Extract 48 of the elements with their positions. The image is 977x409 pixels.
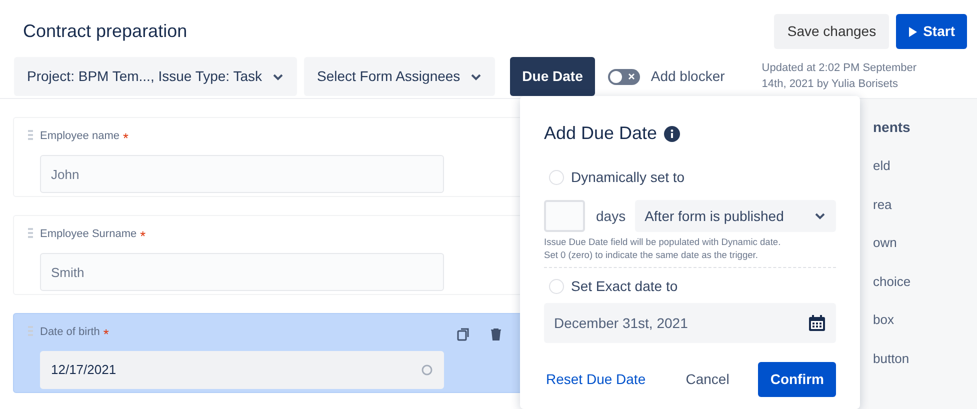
drag-handle-icon[interactable] bbox=[28, 228, 33, 240]
radio-button[interactable] bbox=[549, 279, 564, 294]
days-label: days bbox=[596, 206, 626, 226]
confirm-button[interactable]: Confirm bbox=[758, 362, 836, 398]
option-label: Dynamically set to bbox=[571, 168, 685, 187]
dropdown[interactable]: Select Form Assignees bbox=[304, 57, 496, 96]
field-label: Employee Surname bbox=[40, 227, 137, 242]
trigger-select[interactable]: After form is published bbox=[634, 200, 836, 232]
panel-title: nents bbox=[873, 118, 912, 137]
info-icon bbox=[664, 126, 680, 142]
calendar-icon bbox=[808, 314, 826, 332]
option-label: Set Exact date to bbox=[571, 277, 678, 296]
component-item[interactable]: button bbox=[873, 348, 977, 368]
dropdown[interactable]: Project: BPM Tem..., Issue Type: Task bbox=[14, 57, 297, 96]
radio-button[interactable] bbox=[549, 170, 564, 185]
trash-icon bbox=[490, 328, 502, 341]
input-field[interactable]: John bbox=[40, 155, 444, 193]
required-mark: * bbox=[123, 129, 128, 148]
component-item[interactable]: choice bbox=[873, 272, 977, 291]
reset-link[interactable]: Reset Due Date bbox=[546, 369, 646, 390]
field-label: Date of birth bbox=[40, 325, 100, 340]
due-date-button[interactable]: Due Date bbox=[510, 57, 595, 96]
hint-text: Issue Due Date field will be populated with Dynamic date. bbox=[544, 236, 782, 249]
page-title: Contract preparation bbox=[23, 20, 188, 43]
popover-title: Add Due Date bbox=[544, 122, 658, 145]
drag-handle-icon[interactable] bbox=[28, 130, 33, 142]
toggle-switch[interactable] bbox=[608, 68, 640, 84]
play-icon bbox=[908, 26, 918, 38]
updated-text: Updated at 2:02 PM September 14th, 2021 by Yulia Borisets bbox=[762, 61, 918, 92]
x-icon bbox=[628, 73, 635, 80]
component-item[interactable]: eld bbox=[873, 156, 977, 176]
start-button[interactable]: Start bbox=[896, 14, 967, 49]
required-mark: * bbox=[140, 227, 146, 246]
required-mark: * bbox=[103, 325, 109, 344]
days-input[interactable] bbox=[544, 200, 585, 232]
component-item[interactable]: box bbox=[873, 310, 977, 330]
cancel-button[interactable]: Cancel bbox=[678, 363, 738, 396]
hint-text: Set 0 (zero) to indicate the same date as the trigger. bbox=[544, 248, 759, 262]
field-label: Employee name bbox=[40, 129, 120, 144]
component-item[interactable]: rea bbox=[873, 194, 977, 214]
component-item[interactable]: own bbox=[873, 233, 977, 252]
toggle-label: Add blocker bbox=[650, 67, 725, 86]
date-field[interactable]: 12/17/2021 bbox=[40, 351, 444, 389]
save-button[interactable]: Save changes bbox=[774, 14, 890, 49]
input-field[interactable]: Smith bbox=[40, 253, 444, 291]
date-field[interactable]: December 31st, 2021 bbox=[544, 303, 836, 344]
drag-handle-icon[interactable] bbox=[28, 326, 33, 338]
copy-icon bbox=[457, 328, 469, 341]
